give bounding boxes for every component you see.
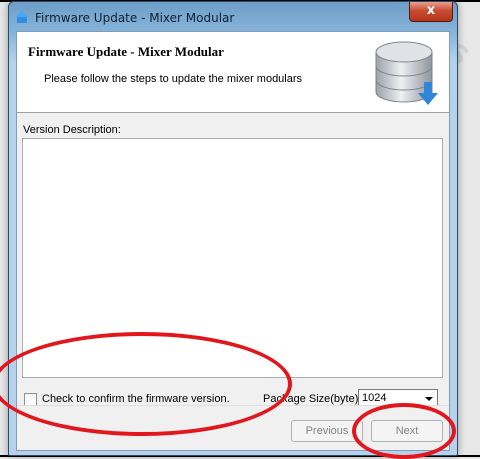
annotation-circle-next bbox=[352, 403, 456, 459]
header-subtitle: Please follow the steps to update the mi… bbox=[44, 73, 303, 85]
window-title: Firmware Update - Mixer Modular bbox=[35, 11, 235, 25]
chevron-down-icon bbox=[425, 397, 433, 401]
header-title: Firmware Update - Mixer Modular bbox=[28, 44, 224, 59]
annotation-circle-confirm bbox=[0, 332, 292, 436]
header-pane: Firmware Update - Mixer Modular Please f… bbox=[17, 32, 449, 112]
database-download-icon bbox=[375, 41, 438, 105]
title-bar[interactable]: Firmware Update - Mixer Modular x bbox=[9, 2, 457, 30]
close-button[interactable]: x bbox=[409, 2, 453, 22]
app-icon bbox=[16, 10, 28, 23]
version-description-label: Version Description: bbox=[23, 124, 121, 136]
package-size-value: 1024 bbox=[362, 392, 387, 404]
